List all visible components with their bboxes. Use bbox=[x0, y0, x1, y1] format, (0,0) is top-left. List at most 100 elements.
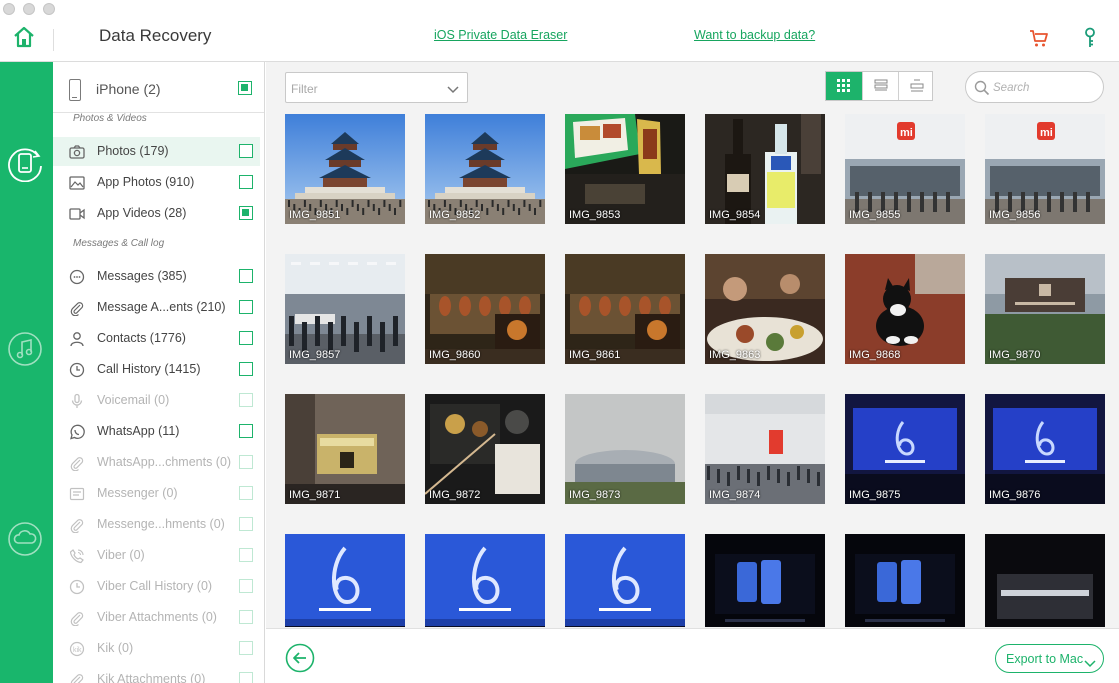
category-label: Contacts (1776) bbox=[97, 331, 186, 345]
category-checkbox[interactable] bbox=[239, 144, 253, 158]
section-heading: Photos & Videos bbox=[73, 113, 147, 124]
photo-thumbnail[interactable]: IMG_9857 bbox=[285, 254, 405, 364]
category-item[interactable]: Messages (385) bbox=[53, 262, 260, 291]
export-to-mac-button[interactable]: Export to Mac bbox=[995, 644, 1104, 673]
category-checkbox[interactable] bbox=[239, 548, 253, 562]
grid-view-button[interactable] bbox=[826, 72, 862, 100]
paperclip-icon bbox=[69, 455, 85, 472]
window-close-button[interactable] bbox=[3, 3, 15, 15]
photo-filename: IMG_9872 bbox=[429, 489, 481, 501]
clock-icon bbox=[69, 579, 85, 595]
photo-thumbnail[interactable]: IMG_9876 bbox=[985, 394, 1105, 504]
category-item[interactable]: WhatsApp (11) bbox=[53, 417, 260, 446]
photo-filename: IMG_9857 bbox=[289, 349, 341, 361]
category-item[interactable]: Contacts (1776) bbox=[53, 324, 260, 353]
category-checkbox[interactable] bbox=[239, 579, 253, 593]
photo-thumbnail[interactable] bbox=[705, 534, 825, 627]
photo-thumbnail[interactable]: IMG_9863 bbox=[705, 254, 825, 364]
device-recovery-icon[interactable] bbox=[6, 144, 44, 183]
category-checkbox[interactable] bbox=[239, 331, 253, 345]
category-checkbox[interactable] bbox=[239, 393, 253, 407]
photo-filename: IMG_9860 bbox=[429, 349, 481, 361]
home-icon[interactable] bbox=[12, 26, 36, 48]
category-item[interactable]: Photos (179) bbox=[53, 137, 260, 166]
category-item[interactable]: Message A...ents (210) bbox=[53, 293, 260, 322]
category-checkbox[interactable] bbox=[239, 206, 253, 220]
window-zoom-button[interactable] bbox=[43, 3, 55, 15]
photo-thumbnail[interactable] bbox=[425, 534, 545, 627]
cloud-icon[interactable] bbox=[6, 520, 44, 558]
backup-data-link[interactable]: Want to backup data? bbox=[694, 28, 815, 42]
device-checkbox[interactable] bbox=[238, 81, 252, 95]
photo-thumbnail[interactable]: IMG_9852 bbox=[425, 114, 545, 224]
device-row[interactable]: iPhone (2) bbox=[53, 62, 264, 113]
category-label: Messages (385) bbox=[97, 269, 187, 283]
photo-thumbnail[interactable] bbox=[985, 534, 1105, 627]
key-icon[interactable] bbox=[1082, 27, 1098, 49]
photo-thumbnail[interactable]: IMG_9873 bbox=[565, 394, 685, 504]
category-checkbox[interactable] bbox=[239, 269, 253, 283]
category-checkbox[interactable] bbox=[239, 455, 253, 469]
category-checkbox[interactable] bbox=[239, 424, 253, 438]
category-item[interactable]: Call History (1415) bbox=[53, 355, 260, 384]
category-item[interactable]: kik Kik (0) bbox=[53, 634, 260, 663]
category-checkbox[interactable] bbox=[239, 672, 253, 683]
photo-thumbnail[interactable] bbox=[285, 534, 405, 627]
photo-filename: IMG_9853 bbox=[569, 209, 621, 221]
music-icon[interactable] bbox=[6, 330, 44, 368]
photo-thumbnail[interactable]: IMG_9853 bbox=[565, 114, 685, 224]
photo-thumbnail[interactable] bbox=[565, 534, 685, 627]
category-checkbox[interactable] bbox=[239, 517, 253, 531]
title-bar: Data Recovery iOS Private Data Eraser Wa… bbox=[0, 0, 1119, 62]
paperclip-icon bbox=[69, 517, 85, 534]
category-item[interactable]: Viber (0) bbox=[53, 541, 260, 570]
list-view-icon bbox=[910, 79, 924, 92]
search-input[interactable] bbox=[993, 79, 1093, 97]
window-minimize-button[interactable] bbox=[23, 3, 35, 15]
category-checkbox[interactable] bbox=[239, 641, 253, 655]
category-item[interactable]: Viber Call History (0) bbox=[53, 572, 260, 601]
photo-thumbnail[interactable]: IMG_9871 bbox=[285, 394, 405, 504]
export-label: Export to Mac bbox=[1006, 652, 1084, 666]
category-item[interactable]: WhatsApp...chments (0) bbox=[53, 448, 260, 477]
category-item[interactable]: App Videos (28) bbox=[53, 199, 260, 228]
photo-thumbnail[interactable]: IMG_9861 bbox=[565, 254, 685, 364]
compact-view-button[interactable] bbox=[862, 72, 898, 100]
category-checkbox[interactable] bbox=[239, 362, 253, 376]
category-label: Viber (0) bbox=[97, 548, 145, 562]
kik-icon: kik bbox=[69, 641, 85, 657]
photo-thumbnail[interactable]: IMG_9874 bbox=[705, 394, 825, 504]
filter-dropdown[interactable]: Filter bbox=[285, 72, 468, 103]
category-checkbox[interactable] bbox=[239, 610, 253, 624]
photo-grid: IMG_9851 IMG_9852 IMG_9853 IMG_9854 mi I… bbox=[285, 114, 1105, 627]
back-button[interactable] bbox=[285, 643, 315, 673]
photo-thumbnail[interactable]: IMG_9870 bbox=[985, 254, 1105, 364]
photo-thumbnail[interactable]: IMG_9851 bbox=[285, 114, 405, 224]
category-item[interactable]: Viber Attachments (0) bbox=[53, 603, 260, 632]
photo-thumbnail[interactable]: mi IMG_9855 bbox=[845, 114, 965, 224]
category-item[interactable]: Kik Attachments (0) bbox=[53, 665, 260, 683]
category-item[interactable]: Messenger (0) bbox=[53, 479, 260, 508]
category-item[interactable]: Voicemail (0) bbox=[53, 386, 260, 415]
category-item[interactable]: App Photos (910) bbox=[53, 168, 260, 197]
microphone-icon bbox=[69, 393, 85, 409]
list-view-button[interactable] bbox=[898, 72, 934, 100]
category-checkbox[interactable] bbox=[239, 486, 253, 500]
page-title: Data Recovery bbox=[99, 26, 212, 45]
photo-filename: IMG_9876 bbox=[989, 489, 1041, 501]
photo-thumbnail[interactable]: IMG_9872 bbox=[425, 394, 545, 504]
category-label: Call History (1415) bbox=[97, 362, 201, 376]
photo-filename: IMG_9852 bbox=[429, 209, 481, 221]
photo-thumbnail[interactable]: mi IMG_9856 bbox=[985, 114, 1105, 224]
ios-private-data-eraser-link[interactable]: iOS Private Data Eraser bbox=[434, 28, 567, 42]
back-arrow-icon bbox=[285, 643, 315, 673]
photo-thumbnail[interactable]: IMG_9854 bbox=[705, 114, 825, 224]
cart-icon[interactable] bbox=[1029, 28, 1049, 48]
category-checkbox[interactable] bbox=[239, 300, 253, 314]
photo-thumbnail[interactable]: IMG_9875 bbox=[845, 394, 965, 504]
category-item[interactable]: Messenge...hments (0) bbox=[53, 510, 260, 539]
photo-thumbnail[interactable]: IMG_9868 bbox=[845, 254, 965, 364]
photo-thumbnail[interactable]: IMG_9860 bbox=[425, 254, 545, 364]
photo-thumbnail[interactable] bbox=[845, 534, 965, 627]
category-checkbox[interactable] bbox=[239, 175, 253, 189]
